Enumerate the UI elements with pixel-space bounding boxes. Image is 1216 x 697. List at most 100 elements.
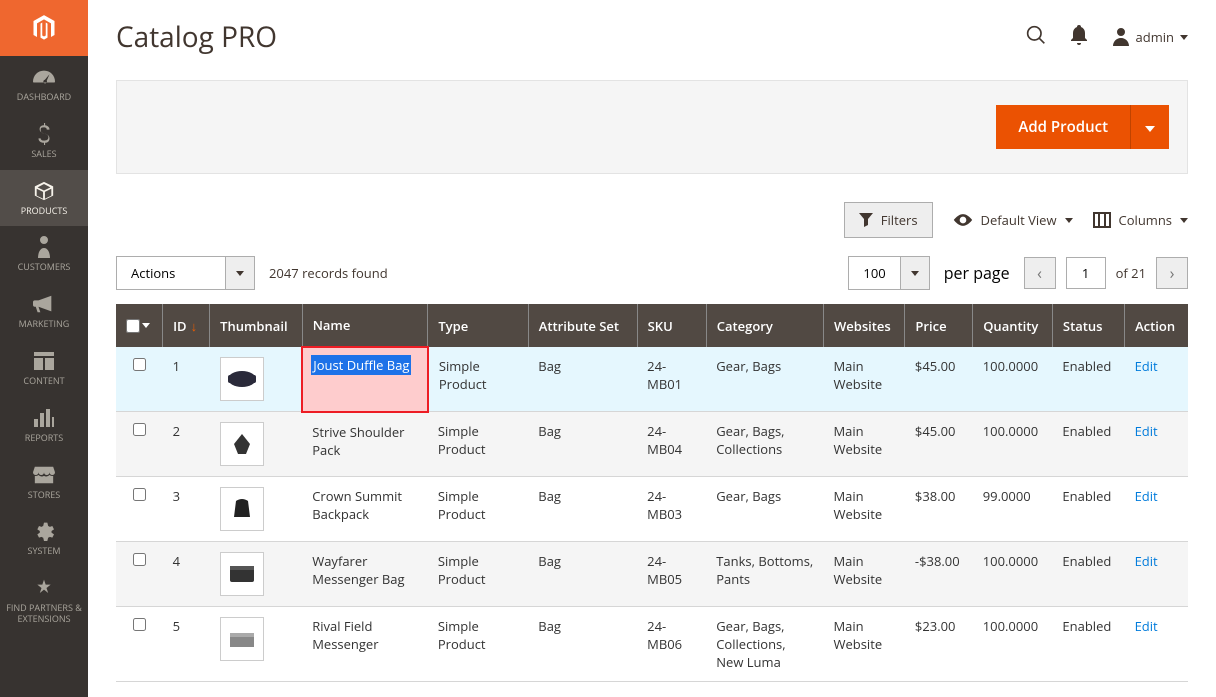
search-icon[interactable]	[1026, 25, 1046, 50]
gear-icon	[34, 520, 54, 542]
next-page-button[interactable]: ›	[1156, 257, 1188, 289]
pager: ‹ of 21 ›	[1024, 257, 1188, 289]
table-row[interactable]: 2Strive Shoulder PackSimple ProductBag24…	[116, 412, 1188, 477]
nav-customers[interactable]: CUSTOMERS	[0, 226, 88, 283]
chart-icon	[34, 407, 54, 429]
actions-caret[interactable]	[226, 256, 255, 290]
thumbnail[interactable]	[220, 552, 264, 596]
cell-id: 3	[163, 477, 210, 542]
nav-content[interactable]: CONTENT	[0, 340, 88, 397]
cell-price: $45.00	[905, 412, 973, 477]
add-product-dropdown[interactable]	[1130, 105, 1169, 149]
pagesize-caret[interactable]	[901, 256, 930, 290]
nav-stores[interactable]: STORES	[0, 454, 88, 511]
cell-qty: 100.0000	[973, 347, 1053, 412]
col-action[interactable]: Action	[1125, 304, 1188, 347]
cell-status: Enabled	[1052, 477, 1124, 542]
edit-link[interactable]: Edit	[1135, 552, 1158, 570]
add-product-button[interactable]: Add Product	[996, 105, 1130, 149]
col-thumbnail[interactable]: Thumbnail	[210, 304, 303, 347]
username: admin	[1136, 28, 1174, 46]
magento-logo[interactable]	[0, 0, 88, 56]
col-category[interactable]: Category	[706, 304, 823, 347]
nav-marketing[interactable]: MARKETING	[0, 283, 88, 340]
edit-link[interactable]: Edit	[1135, 357, 1158, 375]
col-sku[interactable]: SKU	[637, 304, 706, 347]
cell-status: Enabled	[1052, 542, 1124, 607]
chevron-down-icon	[142, 323, 150, 328]
row-checkbox[interactable]	[133, 423, 146, 436]
gauge-icon	[33, 66, 55, 88]
action-bar: Add Product	[116, 80, 1188, 174]
row-checkbox[interactable]	[133, 618, 146, 631]
nav-products[interactable]: PRODUCTS	[0, 170, 88, 227]
nav-partners[interactable]: FIND PARTNERS & EXTENSIONS	[0, 567, 88, 635]
thumbnail[interactable]	[220, 422, 264, 466]
select-all-checkbox[interactable]	[126, 319, 140, 333]
row-checkbox[interactable]	[133, 358, 146, 371]
nav-system[interactable]: SYSTEM	[0, 510, 88, 567]
prev-page-button[interactable]: ‹	[1024, 257, 1056, 289]
edit-link[interactable]: Edit	[1135, 617, 1158, 635]
nav-label: CONTENT	[23, 376, 64, 387]
cell-name: Joust Duffle Bag	[302, 347, 428, 412]
products-grid: ID↓ Thumbnail Name Type Attribute Set SK…	[116, 304, 1188, 682]
table-row[interactable]: 3Crown Summit BackpackSimple ProductBag2…	[116, 477, 1188, 542]
col-price[interactable]: Price	[905, 304, 973, 347]
cell-attr: Bag	[528, 412, 637, 477]
columns-button[interactable]: Columns	[1093, 211, 1188, 229]
nav-label: FIND PARTNERS & EXTENSIONS	[4, 603, 84, 625]
col-type[interactable]: Type	[428, 304, 528, 347]
col-id[interactable]: ID↓	[163, 304, 210, 347]
cell-price: -$38.00	[905, 542, 973, 607]
cell-attr: Bag	[528, 607, 637, 682]
col-attrset[interactable]: Attribute Set	[528, 304, 637, 347]
row-checkbox[interactable]	[133, 553, 146, 566]
col-status[interactable]: Status	[1052, 304, 1124, 347]
col-websites[interactable]: Websites	[823, 304, 904, 347]
page-input[interactable]	[1066, 257, 1106, 289]
table-row[interactable]: 5Rival Field MessengerSimple ProductBag2…	[116, 607, 1188, 682]
grid-toolbar: Filters Default View Columns	[116, 202, 1188, 238]
nav-sales[interactable]: SALES	[0, 113, 88, 170]
total-pages: of 21	[1116, 264, 1146, 282]
thumbnail[interactable]	[220, 617, 264, 661]
thumbnail[interactable]	[220, 487, 264, 531]
col-name[interactable]: Name	[302, 304, 428, 347]
cell-id: 5	[163, 607, 210, 682]
chevron-down-icon	[911, 271, 919, 276]
cell-qty: 100.0000	[973, 607, 1053, 682]
cell-qty: 100.0000	[973, 542, 1053, 607]
grid-controls: Actions 2047 records found 100 per page …	[116, 256, 1188, 290]
cell-sku: 24-MB03	[637, 477, 706, 542]
cell-sku: 24-MB06	[637, 607, 706, 682]
user-menu[interactable]: admin	[1112, 28, 1188, 46]
cell-category: Gear, Bags	[706, 347, 823, 412]
row-checkbox[interactable]	[133, 488, 146, 501]
table-row[interactable]: 4Wayfarer Messenger BagSimple ProductBag…	[116, 542, 1188, 607]
megaphone-icon	[33, 293, 55, 315]
cell-type: Simple Product	[428, 607, 528, 682]
cell-category: Gear, Bags, Collections	[706, 412, 823, 477]
table-row[interactable]: 1Joust Duffle BagSimple ProductBag24-MB0…	[116, 347, 1188, 412]
filters-button[interactable]: Filters	[844, 202, 933, 238]
actions-select[interactable]: Actions	[116, 256, 255, 290]
col-qty[interactable]: Quantity	[973, 304, 1053, 347]
cell-price: $45.00	[905, 347, 973, 412]
nav-dashboard[interactable]: DASHBOARD	[0, 56, 88, 113]
page-title: Catalog PRO	[116, 18, 1026, 56]
chevron-down-icon	[1180, 35, 1188, 40]
edit-link[interactable]: Edit	[1135, 422, 1158, 440]
view-button[interactable]: Default View	[953, 211, 1073, 229]
nav-label: REPORTS	[25, 433, 63, 444]
edit-link[interactable]: Edit	[1135, 487, 1158, 505]
filter-icon	[859, 213, 873, 227]
store-icon	[33, 464, 55, 486]
cell-type: Simple Product	[428, 412, 528, 477]
bell-icon[interactable]	[1070, 25, 1088, 50]
pagesize-select[interactable]: 100	[848, 256, 929, 290]
thumbnail[interactable]	[220, 357, 264, 401]
select-all[interactable]	[126, 319, 152, 333]
nav-reports[interactable]: REPORTS	[0, 397, 88, 454]
nav-label: SYSTEM	[28, 546, 61, 557]
